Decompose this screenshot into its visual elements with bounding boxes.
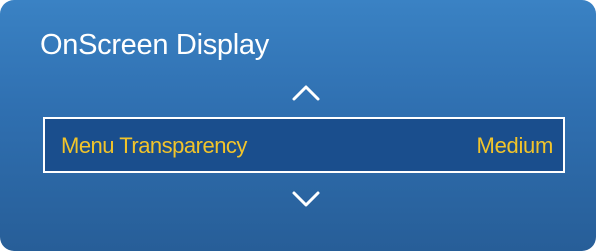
- osd-panel: OnScreen Display Menu Transparency Mediu…: [0, 0, 596, 251]
- menu-transparency-row[interactable]: Menu Transparency Medium: [43, 117, 565, 173]
- chevron-down-icon[interactable]: [289, 188, 323, 210]
- menu-transparency-label: Menu Transparency: [61, 133, 247, 158]
- menu-transparency-value: Medium: [476, 133, 554, 158]
- chevron-up-icon[interactable]: [289, 82, 323, 104]
- panel-title: OnScreen Display: [40, 29, 269, 61]
